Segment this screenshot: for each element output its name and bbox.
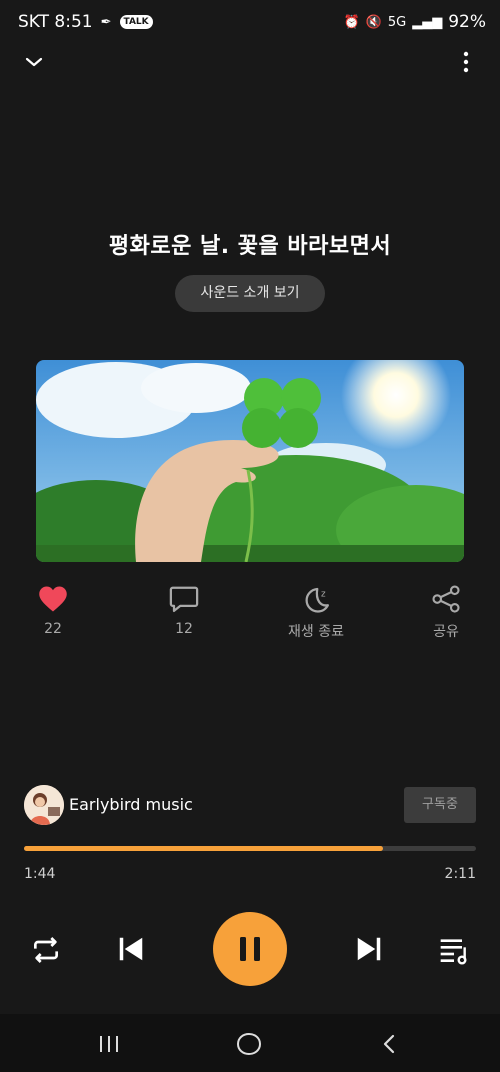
playback-progress-bar[interactable] [24,846,476,851]
share-icon[interactable] [431,585,461,613]
sleep-timer-action[interactable]: z 재생 종료 [261,585,371,641]
mute-icon: 🔇 [365,14,382,30]
status-left: SKT 8:51 ✒ TALK [18,12,153,32]
system-nav-bar [0,1014,500,1072]
status-right: ⏰ 🔇 5G ▂▄▆ 92% [343,12,486,32]
previous-icon[interactable] [116,934,146,964]
pause-button[interactable] [213,912,287,986]
carrier-time: SKT 8:51 [18,12,93,32]
playlist-icon[interactable] [438,934,470,966]
heart-icon[interactable] [38,585,68,613]
home-icon[interactable] [236,1032,262,1056]
like-action[interactable]: 22 [0,585,108,637]
next-icon[interactable] [354,934,384,964]
recents-icon[interactable] [98,1034,120,1054]
total-duration: 2:11 [444,866,476,882]
comment-action[interactable]: 12 [129,585,239,637]
alarm-icon: ⏰ [343,14,360,30]
sleep-timer-label: 재생 종료 [288,624,344,640]
track-artwork [36,360,464,562]
repeat-icon[interactable] [30,934,62,966]
feather-notification-icon: ✒ [100,14,112,30]
pause-icon [240,937,260,961]
comment-count: 12 [175,621,193,637]
back-icon[interactable] [380,1034,400,1054]
artist-row: Earlybird music 구독중 [24,785,476,825]
kakaotalk-notification-icon: TALK [119,15,153,29]
track-title: 평화로운 날. 꽃을 바라보면서 [108,234,392,259]
share-label: 공유 [433,624,459,640]
progress-fill [24,846,383,851]
sound-intro-button[interactable]: 사운드 소개 보기 [175,275,325,312]
elapsed-time: 1:44 [24,866,56,882]
action-row: 22 12 z 재생 종료 공유 [0,585,500,645]
network-type: 5G [387,14,407,30]
more-vert-icon[interactable] [454,50,478,74]
svg-text:z: z [321,590,326,600]
top-bar [0,44,500,80]
signal-icon: ▂▄▆ [412,14,443,30]
comment-icon[interactable] [169,585,199,613]
artist-name[interactable]: Earlybird music [69,795,193,814]
share-action[interactable]: 공유 [391,585,500,641]
sleep-moon-icon[interactable]: z [301,585,331,613]
subscribe-button[interactable]: 구독중 [404,787,476,823]
like-count: 22 [44,621,62,637]
status-bar: SKT 8:51 ✒ TALK ⏰ 🔇 5G ▂▄▆ 92% [0,0,500,44]
artist-avatar[interactable] [24,785,64,825]
battery-level: 92% [448,12,486,32]
playback-controls [0,912,500,988]
collapse-chevron-icon[interactable] [22,50,46,74]
